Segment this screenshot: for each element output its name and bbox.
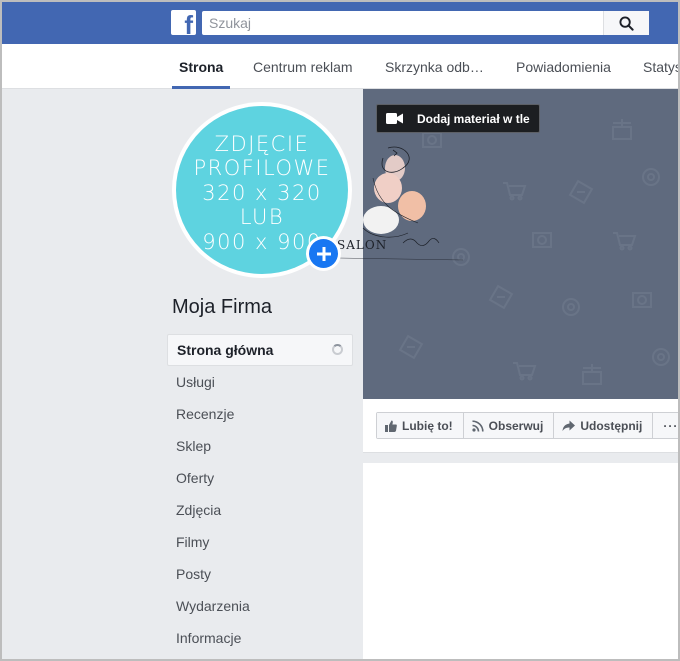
page-menu: Strona główna Usługi Recenzje Sklep Ofer… [167,334,353,654]
tab-powiadomienia[interactable]: Powiadomienia [516,44,611,89]
facebook-logo-icon[interactable]: f [171,10,196,38]
menu-item-sklep[interactable]: Sklep [167,430,353,462]
menu-item-zdjecia[interactable]: Zdjęcia [167,494,353,526]
menu-item-posty[interactable]: Posty [167,558,353,590]
add-cover-video-label: Dodaj materiał w tle [417,111,530,126]
tab-statystyki[interactable]: Statys [643,44,680,89]
search-input[interactable] [202,11,603,35]
follow-button[interactable]: Obserwuj [463,413,555,438]
tab-skrzynka-odbiorcza[interactable]: Skrzynka odb… [385,44,484,89]
more-options-button[interactable]: ··· [653,413,680,438]
like-button[interactable]: Lubię to! [377,413,464,438]
menu-item-filmy[interactable]: Filmy [167,526,353,558]
search-button[interactable] [603,11,649,35]
search-box [202,11,649,35]
tab-centrum-reklam[interactable]: Centrum reklam [253,44,353,89]
search-icon [619,15,634,31]
menu-item-oferty[interactable]: Oferty [167,462,353,494]
share-arrow-icon [562,420,576,431]
menu-item-recenzje[interactable]: Recenzje [167,398,353,430]
main-content-area [363,463,680,661]
menu-item-strona-glowna[interactable]: Strona główna [167,334,353,366]
add-cover-video-button[interactable]: Dodaj materiał w tle [376,104,540,133]
loading-spinner-icon [332,344,343,355]
add-profile-photo-button[interactable] [306,236,341,271]
page-title: Moja Firma [172,296,273,318]
top-bar: f [0,0,680,44]
page-action-buttons: Lubię to! Obserwuj Udostępnij ··· [376,412,680,439]
share-button-label: Udostępnij [580,418,643,433]
menu-item-uslugi[interactable]: Usługi [167,366,353,398]
follow-button-label: Obserwuj [488,418,544,433]
like-button-label: Lubię to! [402,418,453,433]
menu-item-wydarzenia[interactable]: Wydarzenia [167,590,353,622]
thumbs-up-icon [385,420,397,432]
salon-logo-text: SALON [337,238,388,252]
plus-icon [316,246,331,261]
menu-item-label: Strona główna [177,342,274,358]
share-button[interactable]: Udostępnij [554,413,654,438]
tab-strona[interactable]: Strona [171,44,231,89]
menu-item-informacje[interactable]: Informacje [167,622,353,654]
rss-follow-icon [472,419,484,432]
video-camera-icon [386,113,403,124]
page-navigation: Strona Centrum reklam Skrzynka odb… Powi… [0,44,680,89]
profile-picture-text: ZDJĘCIE PROFILOWE 320 x 320 LUB 900 x 90… [193,131,331,254]
